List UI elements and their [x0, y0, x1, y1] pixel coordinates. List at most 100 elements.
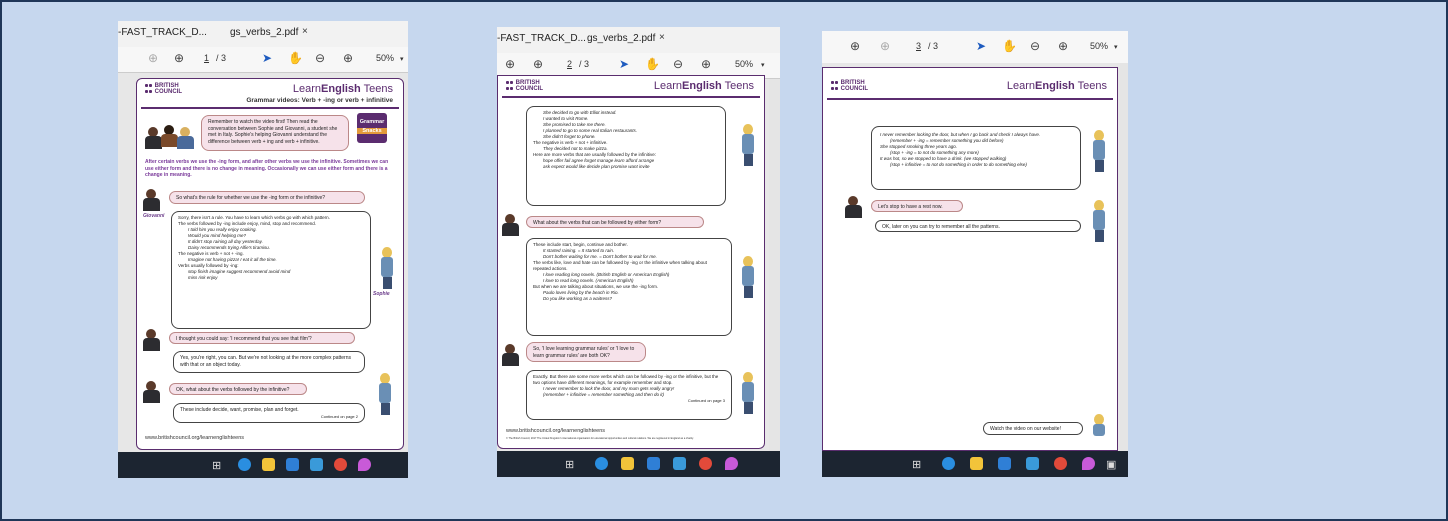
page-total: / 3	[216, 53, 227, 63]
answer-bubble: Sorry, there isn't a rule. You have to l…	[171, 211, 371, 329]
zoom-level[interactable]: 50%	[376, 53, 394, 63]
chrome-icon[interactable]	[699, 457, 712, 470]
zoom-in-icon[interactable]: ⊕	[701, 57, 711, 71]
paint-icon[interactable]	[725, 457, 738, 470]
zoom-out-icon[interactable]: ⊖	[673, 57, 683, 71]
scrollbar[interactable]	[1120, 63, 1128, 451]
pdf-page: BRITISH COUNCIL LearnEnglish Teens Gramm…	[136, 78, 404, 450]
hand-icon[interactable]: ✋	[645, 57, 660, 71]
hand-icon[interactable]: ✋	[288, 51, 303, 65]
zoom-in-icon[interactable]: ⊕	[343, 51, 353, 65]
tab-fast-track[interactable]: -FAST_TRACK_D...	[497, 33, 586, 44]
tab-fast-track[interactable]: -FAST_TRACK_D...	[118, 27, 207, 38]
question-bubble: Let's stop to have a rest now.	[871, 200, 963, 212]
task-view-icon[interactable]: ⊞	[565, 458, 574, 471]
edge-icon[interactable]	[942, 457, 955, 470]
task-view-icon[interactable]: ⊞	[912, 458, 921, 471]
scroll-up-icon[interactable]: ⊕	[505, 57, 515, 71]
scroll-down-icon[interactable]: ⊕	[880, 39, 890, 53]
mail-icon[interactable]	[647, 457, 660, 470]
file-explorer-icon[interactable]	[262, 458, 275, 471]
scroll-up-icon[interactable]: ⊕	[850, 39, 860, 53]
sophie-avatar	[1089, 130, 1107, 172]
sophie-avatar	[738, 124, 756, 166]
giovanni-avatar	[143, 189, 161, 211]
close-icon[interactable]: ×	[659, 32, 665, 43]
grammar-snacks-badge: Grammar Snacks	[357, 113, 387, 143]
continued-note: Continued on page 3	[687, 398, 725, 403]
pointer-icon[interactable]: ➤	[976, 39, 986, 53]
sophie-avatar	[1089, 414, 1107, 436]
zoom-level[interactable]: 50%	[1090, 41, 1108, 51]
hand-icon[interactable]: ✋	[1002, 39, 1017, 53]
mail-icon[interactable]	[286, 458, 299, 471]
scroll-down-icon[interactable]: ⊕	[533, 57, 543, 71]
pdf-viewer-page-2: -FAST_TRACK_D... gs_verbs_2.pdf × ⊕ ⊕ 2 …	[497, 27, 780, 477]
giovanni-avatar	[502, 344, 520, 366]
task-view-icon[interactable]: ⊞	[212, 459, 221, 472]
l-app-icon[interactable]	[1026, 457, 1039, 470]
copyright-text: © The British Council, 2017 The United K…	[506, 437, 694, 440]
answer-bubble: Yes, you're right, you can. But we're no…	[173, 351, 365, 373]
sophie-avatar	[1089, 200, 1107, 242]
page-number-input[interactable]: 3	[916, 41, 921, 51]
mail-icon[interactable]	[998, 457, 1011, 470]
pointer-icon[interactable]: ➤	[619, 57, 629, 71]
app-icon[interactable]: ▣	[1106, 458, 1116, 471]
dropdown-icon[interactable]: ▾	[1114, 43, 1118, 51]
answer-bubble: Exactly. But there are some more verbs w…	[526, 370, 732, 420]
scrollbar[interactable]	[769, 79, 780, 451]
sophie-label: Sophie	[373, 291, 390, 297]
text-line: The verbs like, love and hate can be fol…	[533, 260, 707, 271]
watch-video-bubble[interactable]: Watch the video on our website!	[983, 422, 1083, 435]
page-number-input[interactable]: 1	[204, 53, 209, 63]
paint-icon[interactable]	[358, 458, 371, 471]
scroll-up-icon[interactable]: ⊕	[148, 51, 158, 65]
answer-bubble: OK, later on you can try to remember all…	[875, 220, 1081, 232]
footer-url[interactable]: www.britishcouncil.org/learnenglishteens	[506, 428, 605, 434]
question-bubble: So what's the rule for whether we use th…	[169, 191, 365, 204]
question-bubble: So, 'I love learning grammar rules' or '…	[526, 342, 646, 362]
page-subtitle: Grammar videos: Verb + -ing or verb + in…	[246, 97, 393, 104]
learnenglish-teens-logo: LearnEnglish Teens	[1006, 80, 1107, 92]
zoom-level[interactable]: 50%	[735, 59, 753, 69]
document-area: BRITISH COUNCIL LearnEnglish Teens I nev…	[822, 63, 1128, 451]
text-line: ask expect would like decide plan promis…	[543, 164, 650, 169]
edge-icon[interactable]	[238, 458, 251, 471]
sophie-avatar	[375, 373, 393, 415]
chrome-icon[interactable]	[334, 458, 347, 471]
zoom-out-icon[interactable]: ⊖	[1030, 39, 1040, 53]
british-council-logo: BRITISH COUNCIL	[831, 80, 868, 92]
answer-bubble: These include decide, want, promise, pla…	[173, 403, 365, 423]
edge-icon[interactable]	[595, 457, 608, 470]
giovanni-avatar	[502, 214, 520, 236]
dropdown-icon[interactable]: ▾	[400, 55, 404, 63]
scroll-down-icon[interactable]: ⊕	[174, 51, 184, 65]
tab-gs-verbs[interactable]: gs_verbs_2.pdf	[230, 27, 298, 38]
chrome-icon[interactable]	[1054, 457, 1067, 470]
l-app-icon[interactable]	[673, 457, 686, 470]
pdf-toolbar: ⊕ ⊕ 3 / 3 ➤ ✋ ⊖ ⊕ 50% ▾	[822, 31, 1128, 63]
file-explorer-icon[interactable]	[970, 457, 983, 470]
giovanni-avatar	[143, 381, 161, 403]
tab-bar: -FAST_TRACK_D... gs_verbs_2.pdf ×	[497, 27, 780, 53]
l-app-icon[interactable]	[310, 458, 323, 471]
page-number-input[interactable]: 2	[567, 59, 572, 69]
close-icon[interactable]: ×	[302, 26, 308, 37]
pointer-icon[interactable]: ➤	[262, 51, 272, 65]
giovanni-avatar	[845, 196, 863, 218]
zoom-out-icon[interactable]: ⊖	[315, 51, 325, 65]
dropdown-icon[interactable]: ▾	[761, 61, 765, 69]
zoom-in-icon[interactable]: ⊕	[1058, 39, 1068, 53]
taskbar: ⊞ ▣	[822, 451, 1128, 477]
paint-icon[interactable]	[1082, 457, 1095, 470]
header-divider	[141, 107, 399, 109]
header-divider	[502, 96, 760, 98]
summary-text: After certain verbs we use the -ing form…	[145, 159, 389, 178]
footer-url[interactable]: www.britishcouncil.org/learnenglishteens	[145, 435, 244, 441]
page-total: / 3	[579, 59, 590, 69]
tab-gs-verbs[interactable]: gs_verbs_2.pdf	[587, 33, 655, 44]
page-total: / 3	[928, 41, 939, 51]
sophie-avatar	[738, 372, 756, 414]
file-explorer-icon[interactable]	[621, 457, 634, 470]
